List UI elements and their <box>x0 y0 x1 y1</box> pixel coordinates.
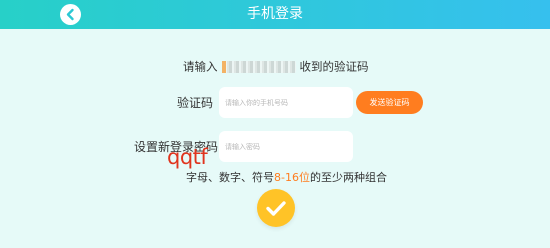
checkmark-icon <box>266 201 286 216</box>
password-input-box[interactable] <box>219 131 353 162</box>
verification-prompt: 请输入 收到的验证码 <box>183 58 369 74</box>
hint-text-post: 的至少两种组合 <box>309 171 387 184</box>
password-hint: 字母、数字、符号8-16位的至少两种组合 <box>186 170 387 186</box>
code-input-box[interactable] <box>219 87 353 118</box>
page-title: 手机登录 <box>247 6 303 22</box>
header-bar: 手机登录 <box>0 0 550 29</box>
confirm-button[interactable] <box>257 189 295 227</box>
hint-text-pre: 字母、数字、符号 <box>186 171 274 184</box>
password-input[interactable] <box>225 131 347 162</box>
code-label: 验证码 <box>177 96 214 110</box>
prompt-prefix: 请输入 <box>183 59 218 74</box>
masked-phone-number <box>221 60 296 73</box>
prompt-suffix: 收到的验证码 <box>299 59 369 74</box>
send-code-button[interactable]: 发送验证码 <box>356 91 423 114</box>
code-input[interactable] <box>225 87 347 118</box>
hint-length-highlight: 8-16位 <box>274 171 310 184</box>
overlay-text: qqtf <box>167 145 208 169</box>
